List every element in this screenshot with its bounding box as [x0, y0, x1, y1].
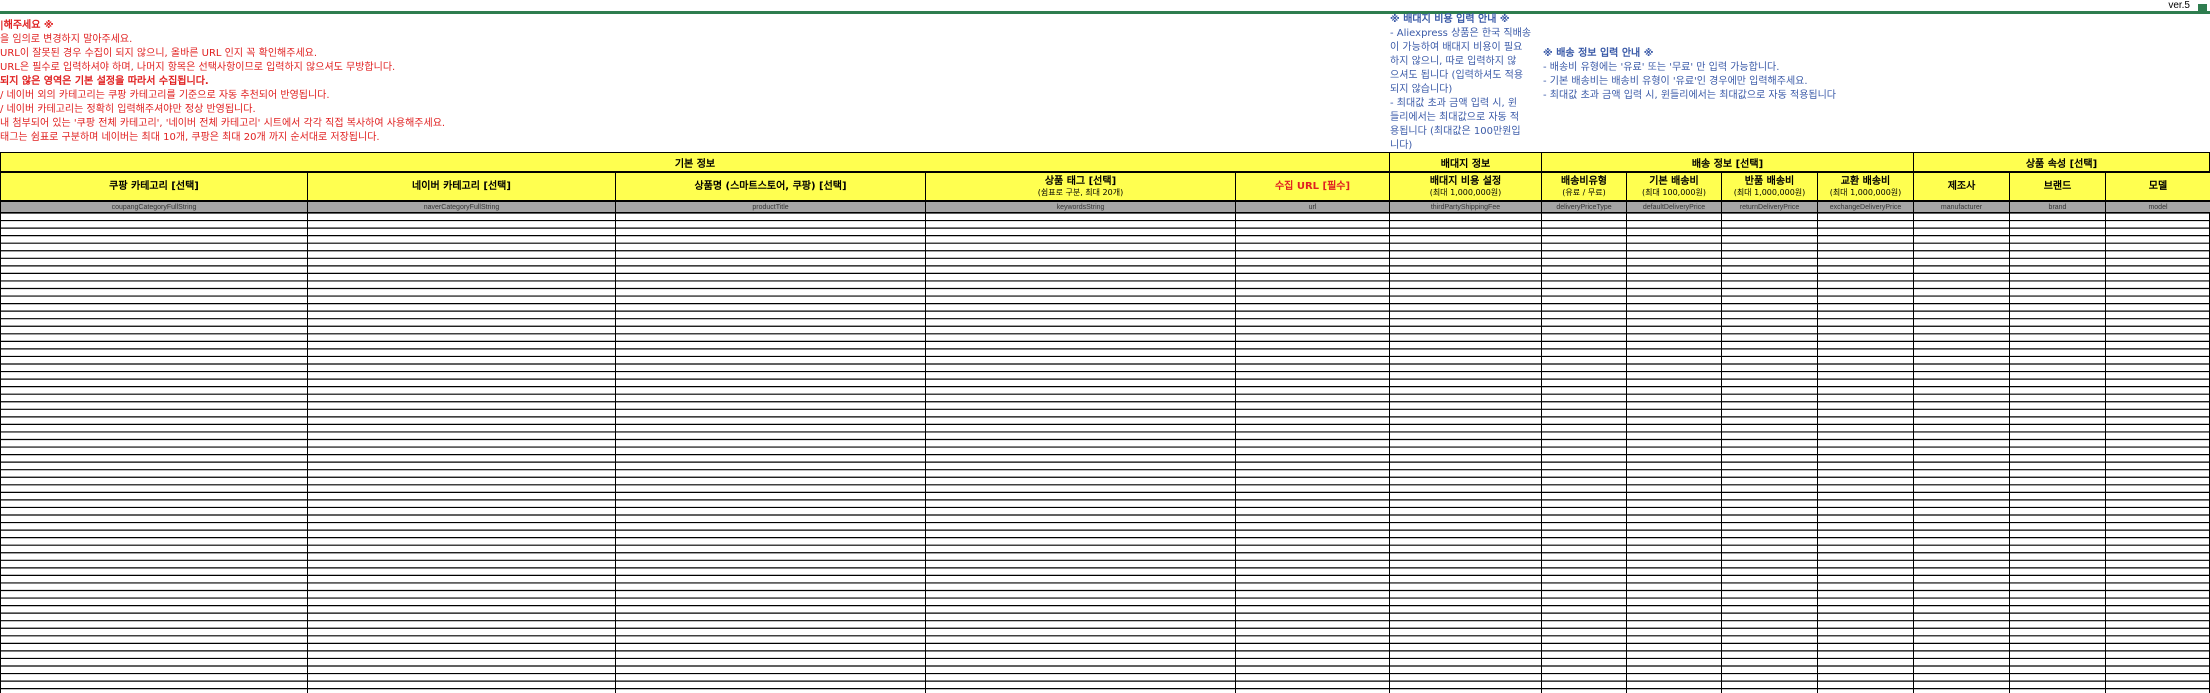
- third-party-notes-body: - Aliexpress 상품은 한국 직배송이 가능하여 배대지 비용이 필요…: [1390, 27, 1540, 153]
- third-party-note-line: 니다): [1390, 140, 1413, 151]
- shipping-notes-body: - 배송비 유형에는 '유료' 또는 '무료' 만 입력 가능합니다. - 기본 …: [1543, 61, 2203, 103]
- field-key-keywordsString: keywordsString: [925, 201, 1236, 213]
- group-header-row: 기본 정보 배대지 정보 배송 정보 [선택] 상품 속성 [선택]: [0, 152, 2210, 172]
- field-key-model: model: [2105, 201, 2210, 213]
- instruction-line: / 네이버 카테고리는 정확히 입력해주셔야만 정상 반영됩니다.: [0, 104, 256, 115]
- column-header-thirdPartyShippingFee: 배대지 비용 설정 (최대 1,000,000원): [1389, 172, 1542, 201]
- column-label: 상품명 (스마트스토어, 쿠팡) [선택]: [694, 180, 847, 192]
- column-header-deliveryPriceType: 배송비유형 (유료 / 무료): [1541, 172, 1627, 201]
- group-basic-info: 기본 정보: [0, 152, 1390, 172]
- version-label: ver.5: [2168, 0, 2190, 11]
- column-label: 반품 배송비: [1744, 175, 1795, 187]
- third-party-note-line: 들리에서는 최대값으로 자동 적: [1390, 112, 1520, 123]
- column-header-naverCategoryFullString: 네이버 카테고리 [선택]: [307, 172, 616, 201]
- instruction-line: URL이 잘못된 경우 수집이 되지 않으니, 올바른 URL 인지 꼭 확인해…: [0, 48, 318, 59]
- field-key-manufacturer: manufacturer: [1913, 201, 2010, 213]
- instruction-line: 을 임의로 변경하지 말아주세요.: [0, 34, 133, 45]
- group-product-attributes: 상품 속성 [선택]: [1913, 152, 2210, 172]
- third-party-note-line: 되지 않습니다): [1390, 84, 1453, 95]
- column-label: 제조사: [1947, 180, 1976, 192]
- column-label: 배대지 비용 설정: [1429, 175, 1502, 187]
- column-sublabel: (유료 / 무료): [1562, 187, 1606, 197]
- column-label: 교환 배송비: [1840, 175, 1891, 187]
- column-sublabel: (최대 1,000,000원): [1829, 187, 1902, 197]
- instructions-notes: |해주세요 ※ 을 임의로 변경하지 말아주세요. URL이 잘못된 경우 수집이…: [0, 19, 1380, 145]
- field-key-returnDeliveryPrice: returnDeliveryPrice: [1721, 201, 1818, 213]
- column-header-returnDeliveryPrice: 반품 배송비 (최대 1,000,000원): [1721, 172, 1818, 201]
- field-key-deliveryPriceType: deliveryPriceType: [1541, 201, 1627, 213]
- column-header-model: 모델: [2105, 172, 2210, 201]
- column-label: 상품 태그 [선택]: [1044, 175, 1117, 187]
- third-party-fee-notes: ※ 배대지 비용 입력 안내 ※ - Aliexpress 상품은 한국 직배송…: [1390, 13, 1540, 153]
- third-party-note-line: 으셔도 됩니다 (입력하셔도 적용: [1390, 70, 1524, 81]
- third-party-note-line: - 최대값 초과 금액 입력 시, 윈: [1390, 98, 1518, 109]
- column-label: 기본 배송비: [1649, 175, 1699, 187]
- instruction-line: / 네이버 외의 카테고리는 쿠팡 카테고리를 기준으로 자동 추천되어 반영됩…: [0, 90, 330, 101]
- column-header-coupangCategoryFullString: 쿠팡 카테고리 [선택]: [0, 172, 308, 201]
- column-label: 쿠팡 카테고리 [선택]: [109, 180, 199, 192]
- third-party-note-line: 하지 않으니, 따로 입력하지 않: [1390, 56, 1517, 67]
- column-label: 브랜드: [2043, 180, 2072, 192]
- column-header-keywordsString: 상품 태그 [선택] (쉼표로 구분, 최대 20개): [925, 172, 1236, 201]
- instruction-line: |해주세요 ※: [0, 20, 54, 31]
- group-third-party-info: 배대지 정보: [1389, 152, 1542, 172]
- field-key-defaultDeliveryPrice: defaultDeliveryPrice: [1626, 201, 1722, 213]
- column-label: 배송비유형: [1561, 175, 1607, 187]
- field-key-coupangCategoryFullString: coupangCategoryFullString: [0, 201, 308, 213]
- column-sublabel: (최대 1,000,000원): [1733, 187, 1806, 197]
- column-header-productTitle: 상품명 (스마트스토어, 쿠팡) [선택]: [615, 172, 926, 201]
- field-key-exchangeDeliveryPrice: exchangeDeliveryPrice: [1817, 201, 1914, 213]
- column-sublabel: (쉼표로 구분, 최대 20개): [1037, 187, 1124, 197]
- group-shipping-info: 배송 정보 [선택]: [1541, 152, 1914, 172]
- third-party-note-line: 용됩니다 (최대값은 100만원입: [1390, 126, 1521, 137]
- third-party-note-line: 이 가능하여 배대지 비용이 필요: [1390, 42, 1523, 53]
- field-key-brand: brand: [2009, 201, 2106, 213]
- shipping-note-line: - 기본 배송비는 배송비 유형이 '유료'인 경우에만 입력해주세요.: [1543, 76, 1808, 87]
- column-header-row: 쿠팡 카테고리 [선택] 네이버 카테고리 [선택] 상품명 (스마트스토어, 쿠팡…: [0, 172, 2210, 201]
- corner-marker: [2198, 4, 2207, 13]
- instruction-line: 되지 않은 영역은 기본 설정을 따라서 수집됩니다.: [0, 76, 209, 87]
- empty-data-rows: [0, 213, 2210, 693]
- shipping-notes-title: ※ 배송 정보 입력 안내 ※: [1543, 48, 1654, 59]
- field-key-naverCategoryFullString: naverCategoryFullString: [307, 201, 616, 213]
- field-key-thirdPartyShippingFee: thirdPartyShippingFee: [1389, 201, 1542, 213]
- shipping-notes: ※ 배송 정보 입력 안내 ※ - 배송비 유형에는 '유료' 또는 '무료' …: [1543, 47, 2203, 103]
- field-key-row: coupangCategoryFullString naverCategoryFu…: [0, 201, 2210, 213]
- shipping-note-line: - 최대값 초과 금액 입력 시, 윈들리에서는 최대값으로 자동 적용됩니다: [1543, 90, 1836, 101]
- column-label: 모델: [2148, 180, 2168, 192]
- column-header-url: 수집 URL [필수]: [1235, 172, 1390, 201]
- field-key-productTitle: productTitle: [615, 201, 926, 213]
- shipping-note-line: - 배송비 유형에는 '유료' 또는 '무료' 만 입력 가능합니다.: [1543, 62, 1780, 73]
- third-party-note-line: - Aliexpress 상품은 한국 직배송: [1390, 28, 1532, 39]
- column-header-defaultDeliveryPrice: 기본 배송비 (최대 100,000원): [1626, 172, 1722, 201]
- instruction-line: 내 첨부되어 있는 '쿠팡 전체 카테고리', '네이버 전체 카테고리' 시트…: [0, 118, 446, 129]
- column-sublabel: (최대 100,000원): [1642, 187, 1706, 197]
- third-party-notes-title: ※ 배대지 비용 입력 안내 ※: [1390, 14, 1510, 25]
- instruction-line: 태그는 쉼표로 구분하며 네이버는 최대 10개, 쿠팡은 최대 20개 까지 …: [0, 132, 380, 143]
- column-label: 네이버 카테고리 [선택]: [412, 180, 511, 192]
- sheet-top-bar: [0, 11, 2210, 14]
- column-label: 수집 URL [필수]: [1274, 180, 1351, 192]
- column-header-exchangeDeliveryPrice: 교환 배송비 (최대 1,000,000원): [1817, 172, 1914, 201]
- column-sublabel: (최대 1,000,000원): [1429, 187, 1502, 197]
- field-key-url: url: [1235, 201, 1390, 213]
- instruction-line: URL은 필수로 입력하셔야 하며, 나머지 항목은 선택사항이므로 입력하지 …: [0, 62, 396, 73]
- column-header-brand: 브랜드: [2009, 172, 2106, 201]
- column-header-manufacturer: 제조사: [1913, 172, 2010, 201]
